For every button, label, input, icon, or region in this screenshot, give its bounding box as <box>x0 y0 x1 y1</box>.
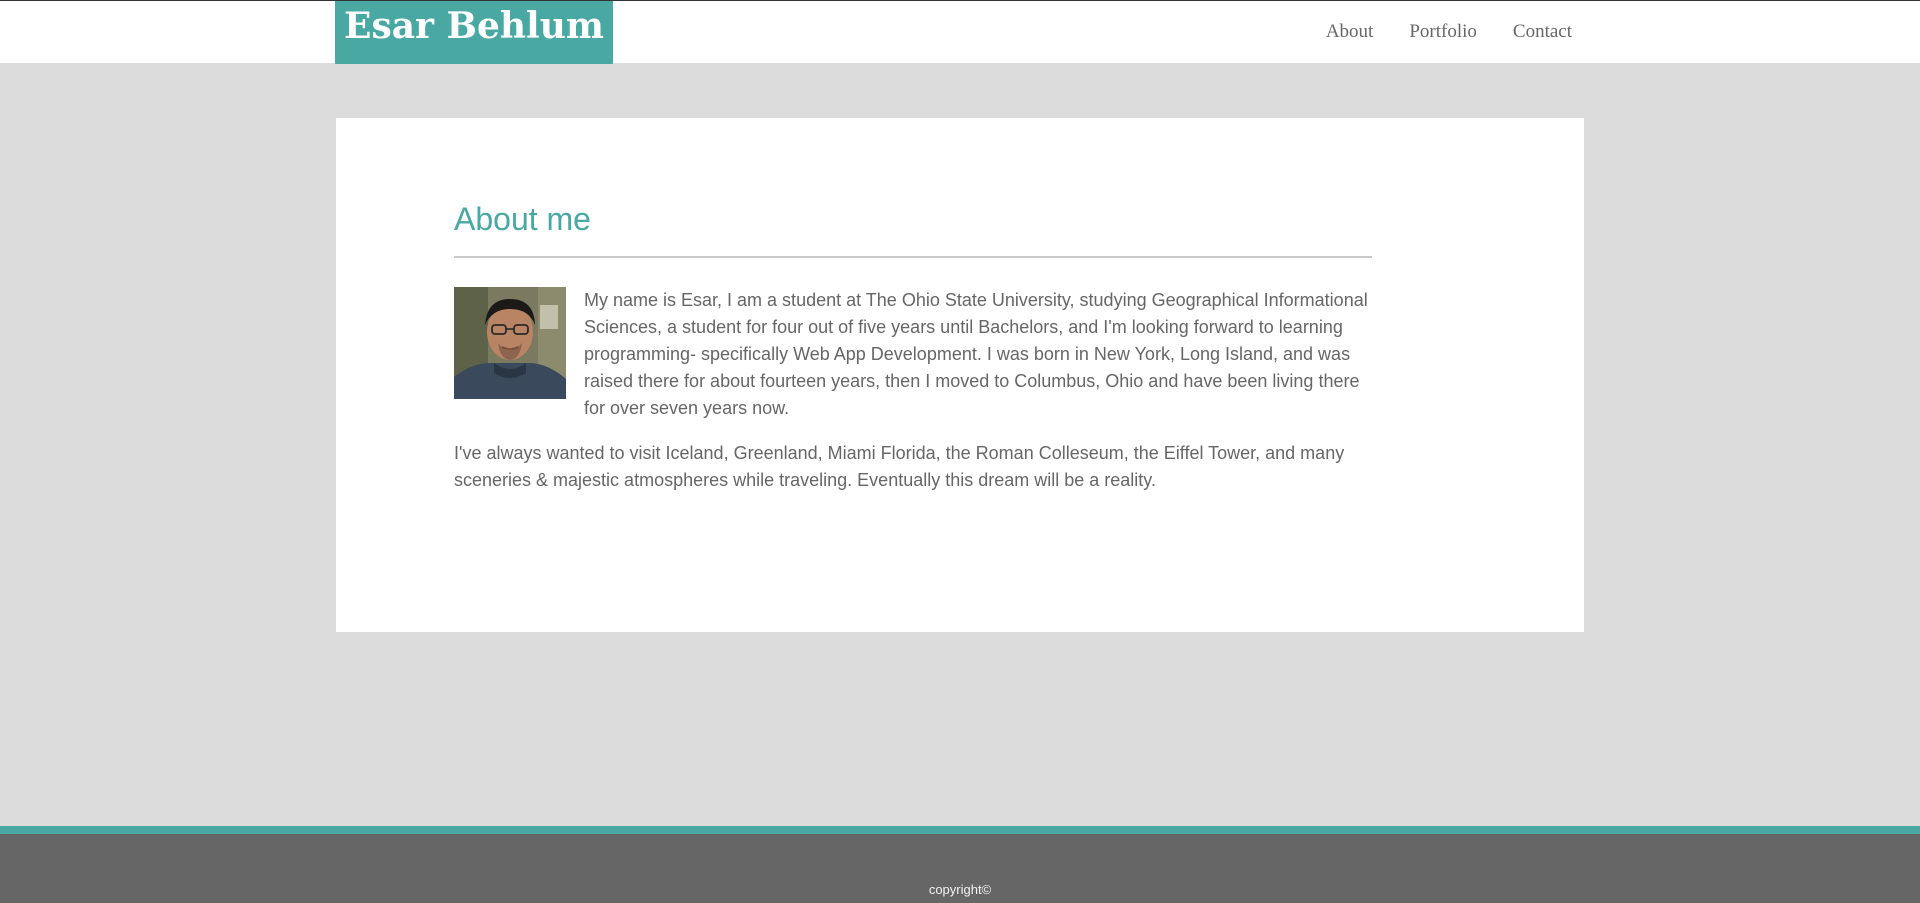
profile-photo <box>454 287 566 399</box>
site-logo[interactable]: Esar Behlum <box>335 1 613 64</box>
profile-photo-illustration <box>454 287 566 399</box>
title-divider <box>454 256 1372 258</box>
about-section: About me My name is Esar, I am a student… <box>454 200 1372 494</box>
nav-contact-link[interactable]: Contact <box>1513 21 1572 43</box>
main-nav: About Portfolio Contact <box>1326 21 1572 43</box>
nav-about-link[interactable]: About <box>1326 21 1374 43</box>
site-header: Esar Behlum About Portfolio Contact <box>0 0 1920 64</box>
site-footer: copyright© <box>0 826 1920 903</box>
page-title: About me <box>454 201 591 237</box>
about-card: About me My name is Esar, I am a student… <box>336 118 1584 632</box>
about-paragraph-2: I've always wanted to visit Iceland, Gre… <box>454 443 1345 490</box>
about-paragraph-1: My name is Esar, I am a student at The O… <box>584 290 1368 418</box>
copyright-text: copyright© <box>928 882 992 897</box>
about-content: My name is Esar, I am a student at The O… <box>454 287 1372 494</box>
nav-portfolio-link[interactable]: Portfolio <box>1409 21 1477 43</box>
